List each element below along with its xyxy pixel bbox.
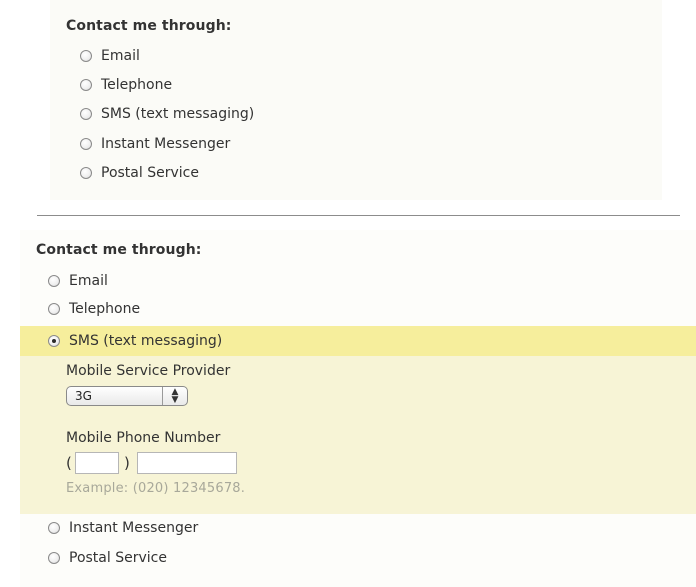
- phone-example-hint: Example: (020) 12345678.: [66, 481, 246, 496]
- option-label: Telephone: [69, 301, 141, 317]
- radio-button[interactable]: [80, 138, 92, 150]
- top-option-postal-service[interactable]: Postal Service: [80, 163, 199, 183]
- option-label: Instant Messenger: [101, 136, 231, 152]
- top-option-sms[interactable]: SMS (text messaging): [80, 104, 254, 124]
- radio-button[interactable]: [48, 522, 60, 534]
- option-label: Postal Service: [101, 165, 199, 181]
- radio-button[interactable]: [80, 50, 92, 62]
- top-option-telephone[interactable]: Telephone: [80, 75, 172, 95]
- option-label: Telephone: [101, 77, 173, 93]
- bottom-option-postal-service[interactable]: Postal Service: [48, 548, 167, 568]
- provider-label: Mobile Service Provider: [66, 363, 231, 379]
- radio-button[interactable]: [80, 167, 92, 179]
- phone-number-input[interactable]: [137, 452, 237, 474]
- radio-button[interactable]: [80, 108, 92, 120]
- option-label: SMS (text messaging): [69, 333, 223, 349]
- select-arrows-icon: ▲ ▼: [162, 387, 187, 405]
- phone-number-label: Mobile Phone Number: [66, 430, 221, 446]
- bottom-option-sms[interactable]: SMS (text messaging): [48, 331, 222, 351]
- provider-selected-value: 3G: [75, 389, 92, 403]
- radio-button[interactable]: [48, 303, 60, 315]
- option-label: Email: [69, 273, 108, 289]
- top-option-instant-messenger[interactable]: Instant Messenger: [80, 134, 230, 154]
- radio-button[interactable]: [80, 79, 92, 91]
- top-form-heading: Contact me through:: [66, 18, 232, 34]
- area-code-input[interactable]: [75, 452, 119, 474]
- option-label: SMS (text messaging): [101, 106, 255, 122]
- area-code-close-paren: ): [124, 454, 130, 472]
- area-code-open-paren: (: [66, 454, 72, 472]
- top-option-email[interactable]: Email: [80, 46, 140, 66]
- bottom-form-heading: Contact me through:: [36, 242, 202, 258]
- bottom-option-instant-messenger[interactable]: Instant Messenger: [48, 518, 198, 538]
- divider: [37, 215, 680, 216]
- radio-button[interactable]: [48, 275, 60, 287]
- radio-button-selected[interactable]: [48, 335, 60, 347]
- bottom-option-email[interactable]: Email: [48, 271, 108, 291]
- option-label: Instant Messenger: [69, 520, 199, 536]
- provider-select[interactable]: 3G ▲ ▼: [66, 386, 188, 406]
- option-label: Email: [101, 48, 140, 64]
- option-label: Postal Service: [69, 550, 167, 566]
- bottom-option-telephone[interactable]: Telephone: [48, 299, 140, 319]
- radio-button[interactable]: [48, 552, 60, 564]
